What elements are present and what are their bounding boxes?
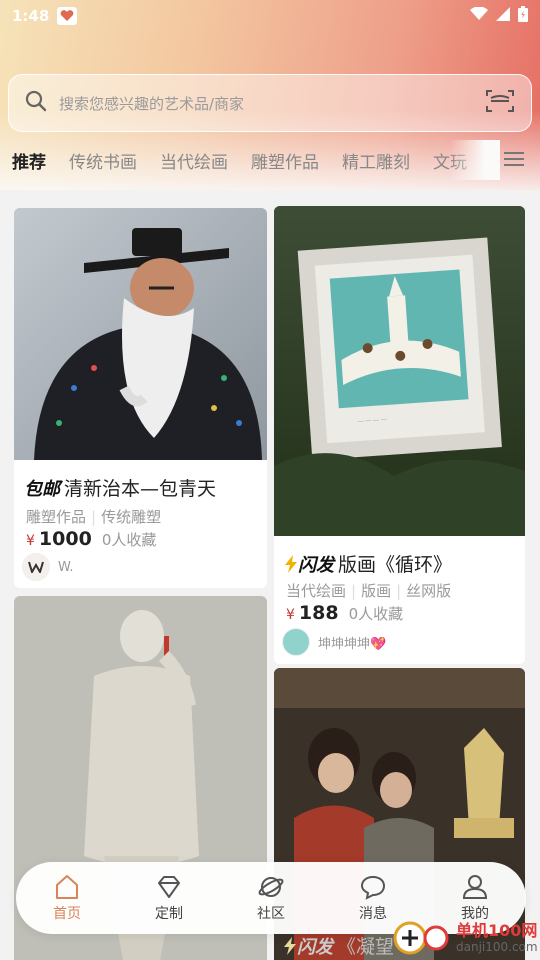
watermark-url: danji100.com [456, 940, 538, 954]
seller-row[interactable]: 坤坤坤坤💖 [282, 628, 386, 656]
flash-ship-badge: 闪发 [283, 933, 333, 959]
nav-label: 定制 [155, 906, 183, 922]
price-row: ¥ 1000 0人收藏 [26, 528, 156, 550]
product-tag: 传统雕塑 [101, 508, 162, 526]
flash-ship-badge: 闪发 [284, 551, 334, 577]
notification-app-icon [57, 7, 78, 25]
nav-label: 社区 [257, 906, 285, 922]
product-title-row: 闪发 版画《循环》 [284, 550, 452, 577]
chat-icon [360, 875, 386, 900]
search-placeholder[interactable]: 搜索您感兴趣的艺术品/商家 [59, 93, 485, 114]
nav-home[interactable]: 首页 [27, 873, 107, 923]
diamond-icon [158, 876, 180, 898]
price-row: ¥ 188 0人收藏 [286, 602, 403, 624]
seller-row[interactable]: W. [22, 553, 74, 581]
nav-profile[interactable]: 我的 [435, 873, 515, 923]
product-title-row: 闪发 《凝望 [283, 932, 394, 959]
scan-icon[interactable] [485, 88, 515, 118]
nav-label: 消息 [359, 906, 387, 922]
nav-label: 首页 [53, 906, 81, 922]
product-price: 1000 [38, 528, 92, 550]
seller-name: 坤坤坤坤💖 [318, 636, 387, 652]
avatar [22, 553, 50, 581]
tag-separator: | [351, 582, 357, 600]
tab-fine-carving[interactable]: 精工雕刻 [342, 148, 410, 173]
home-icon [56, 875, 78, 899]
status-time: 1:48 [12, 7, 50, 25]
nav-community[interactable]: 社区 [231, 873, 311, 923]
free-shipping-badge: 包邮 [24, 478, 60, 500]
product-tags: 雕塑作品 | 传统雕塑 [26, 506, 161, 527]
product-title: 版画《循环》 [338, 554, 453, 576]
product-title-row: 包邮 清新治本—包青天 [24, 474, 216, 501]
nav-messages[interactable]: 消息 [333, 873, 413, 923]
product-card[interactable]: — — — — 闪发 版画《循环》 当代绘画 | 版画 | 丝网版 ¥ 188 0人收藏… [274, 206, 525, 664]
product-title: 《凝望 [337, 936, 395, 958]
watermark-name: 单机100网 [456, 921, 538, 940]
lightning-icon [284, 936, 296, 955]
product-feed: 包邮 清新治本—包青天 雕塑作品 | 传统雕塑 ¥ 1000 0人收藏 W. —… [0, 190, 540, 960]
signal-icon [496, 7, 510, 25]
price-symbol: ¥ [286, 607, 295, 623]
tabs-fade [450, 140, 500, 180]
avatar [282, 628, 310, 656]
product-tag: 雕塑作品 [26, 508, 87, 526]
battery-icon [518, 6, 528, 26]
product-price: 188 [298, 602, 339, 624]
tab-sculpture[interactable]: 雕塑作品 [251, 148, 319, 173]
lightning-icon [285, 554, 297, 573]
search-bar[interactable]: 搜索您感兴趣的艺术品/商家 [8, 74, 532, 132]
seller-name: W. [58, 559, 74, 575]
nav-custom[interactable]: 定制 [129, 873, 209, 923]
user-icon [462, 875, 488, 899]
product-title: 清新治本—包青天 [64, 478, 217, 500]
tag-separator: | [91, 508, 97, 526]
menu-icon[interactable] [498, 144, 530, 174]
status-bar: 1:48 [0, 0, 540, 32]
product-tag: 版画 [361, 582, 392, 600]
tab-contemporary-painting[interactable]: 当代绘画 [160, 148, 228, 173]
tab-recommend[interactable]: 推荐 [12, 148, 46, 173]
product-image[interactable] [14, 208, 267, 460]
planet-icon [258, 877, 284, 897]
product-card[interactable]: 包邮 清新治本—包青天 雕塑作品 | 传统雕塑 ¥ 1000 0人收藏 W. [14, 208, 267, 588]
search-icon [25, 90, 47, 116]
watermark-logo [393, 921, 449, 955]
favorite-count: 0人收藏 [101, 531, 157, 549]
watermark: 单机100网 danji100.com [392, 918, 538, 958]
wifi-icon [470, 6, 488, 25]
product-tag: 当代绘画 [286, 582, 347, 600]
product-tag: 丝网版 [406, 582, 452, 600]
tag-separator: | [396, 582, 402, 600]
favorite-count: 0人收藏 [348, 605, 404, 623]
product-image[interactable]: — — — — [274, 206, 525, 536]
product-tags: 当代绘画 | 版画 | 丝网版 [286, 580, 451, 601]
tab-traditional-calligraphy[interactable]: 传统书画 [69, 148, 137, 173]
price-symbol: ¥ [26, 533, 35, 549]
